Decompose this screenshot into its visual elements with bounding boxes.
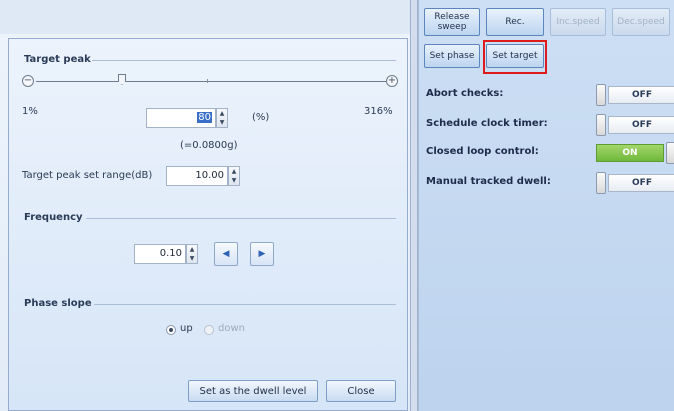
toggle-state: OFF [608, 86, 674, 104]
frequency-title: Frequency [24, 212, 83, 223]
abort-checks-toggle[interactable]: OFF [596, 84, 674, 106]
panel-splitter[interactable] [410, 0, 418, 411]
target-peak-g-value: (=0.0800g) [180, 140, 238, 151]
toggle-state: OFF [608, 174, 674, 192]
rec-button[interactable]: Rec. [486, 8, 544, 36]
background-header [0, 0, 410, 34]
spin-up-icon[interactable]: ▲ [217, 109, 227, 118]
toggle-knob [596, 172, 606, 194]
arrow-right-icon: ▶ [258, 249, 266, 259]
section-divider [94, 304, 396, 305]
toggle-state: OFF [608, 116, 674, 134]
section-divider [86, 218, 396, 219]
closed-loop-toggle[interactable]: ON [596, 142, 674, 164]
status-row-schedule-clock: Schedule clock timer: OFF [424, 114, 674, 136]
toggle-state: ON [596, 144, 664, 162]
phase-slope-up-label: up [180, 323, 193, 334]
target-peak-slider-track [36, 81, 386, 82]
spin-down-icon[interactable]: ▼ [187, 254, 197, 263]
release-sweep-button[interactable]: Release sweep [424, 8, 480, 36]
toggle-knob [596, 114, 606, 136]
frequency-next-button[interactable]: ▶ [250, 242, 274, 266]
inc-speed-button[interactable]: Inc.speed [550, 8, 606, 36]
arrow-left-icon: ◀ [222, 249, 230, 259]
status-label: Closed loop control: [426, 146, 539, 157]
phase-slope-title: Phase slope [24, 298, 92, 309]
set-target-dialog [8, 38, 408, 411]
slider-tick [207, 79, 208, 83]
plus-circle-icon[interactable]: + [386, 75, 398, 87]
schedule-clock-toggle[interactable]: OFF [596, 114, 674, 136]
frequency-spinner[interactable]: ▲ ▼ [186, 244, 198, 264]
frequency-prev-button[interactable]: ◀ [214, 242, 238, 266]
spin-up-icon[interactable]: ▲ [229, 167, 239, 176]
phase-slope-down-radio[interactable] [204, 325, 214, 335]
slider-min-label: 1% [22, 106, 38, 117]
set-target-highlight [483, 40, 547, 74]
target-peak-value: 80 [197, 112, 212, 123]
status-label: Abort checks: [426, 88, 504, 99]
target-peak-spinner[interactable]: ▲ ▼ [216, 108, 228, 128]
status-row-manual-dwell: Manual tracked dwell: OFF [424, 172, 674, 194]
minus-circle-icon[interactable]: − [22, 75, 34, 87]
set-phase-button[interactable]: Set phase [424, 44, 480, 68]
close-button[interactable]: Close [326, 380, 396, 402]
phase-slope-up-radio[interactable] [166, 325, 176, 335]
toggle-knob [666, 142, 674, 164]
set-range-label: Target peak set range(dB) [22, 170, 153, 181]
set-range-input[interactable]: 10.00 [166, 166, 228, 186]
status-label: Schedule clock timer: [426, 118, 548, 129]
status-label: Manual tracked dwell: [426, 176, 551, 187]
frequency-input[interactable]: 0.10 [134, 244, 186, 264]
spin-down-icon[interactable]: ▼ [229, 176, 239, 185]
set-as-dwell-level-button[interactable]: Set as the dwell level [188, 380, 318, 402]
toggle-knob [596, 84, 606, 106]
manual-dwell-toggle[interactable]: OFF [596, 172, 674, 194]
phase-slope-down-label: down [218, 323, 245, 334]
section-divider [92, 60, 396, 61]
target-peak-input[interactable]: 80 [146, 108, 216, 128]
status-row-abort-checks: Abort checks: OFF [424, 84, 674, 106]
status-row-closed-loop: Closed loop control: ON [424, 142, 674, 164]
set-range-spinner[interactable]: ▲ ▼ [228, 166, 240, 186]
slider-max-label: 316% [364, 106, 393, 117]
target-peak-unit: (%) [252, 112, 270, 123]
spin-down-icon[interactable]: ▼ [217, 118, 227, 127]
target-peak-title: Target peak [24, 54, 91, 65]
spin-up-icon[interactable]: ▲ [187, 245, 197, 254]
dec-speed-button[interactable]: Dec.speed [612, 8, 670, 36]
